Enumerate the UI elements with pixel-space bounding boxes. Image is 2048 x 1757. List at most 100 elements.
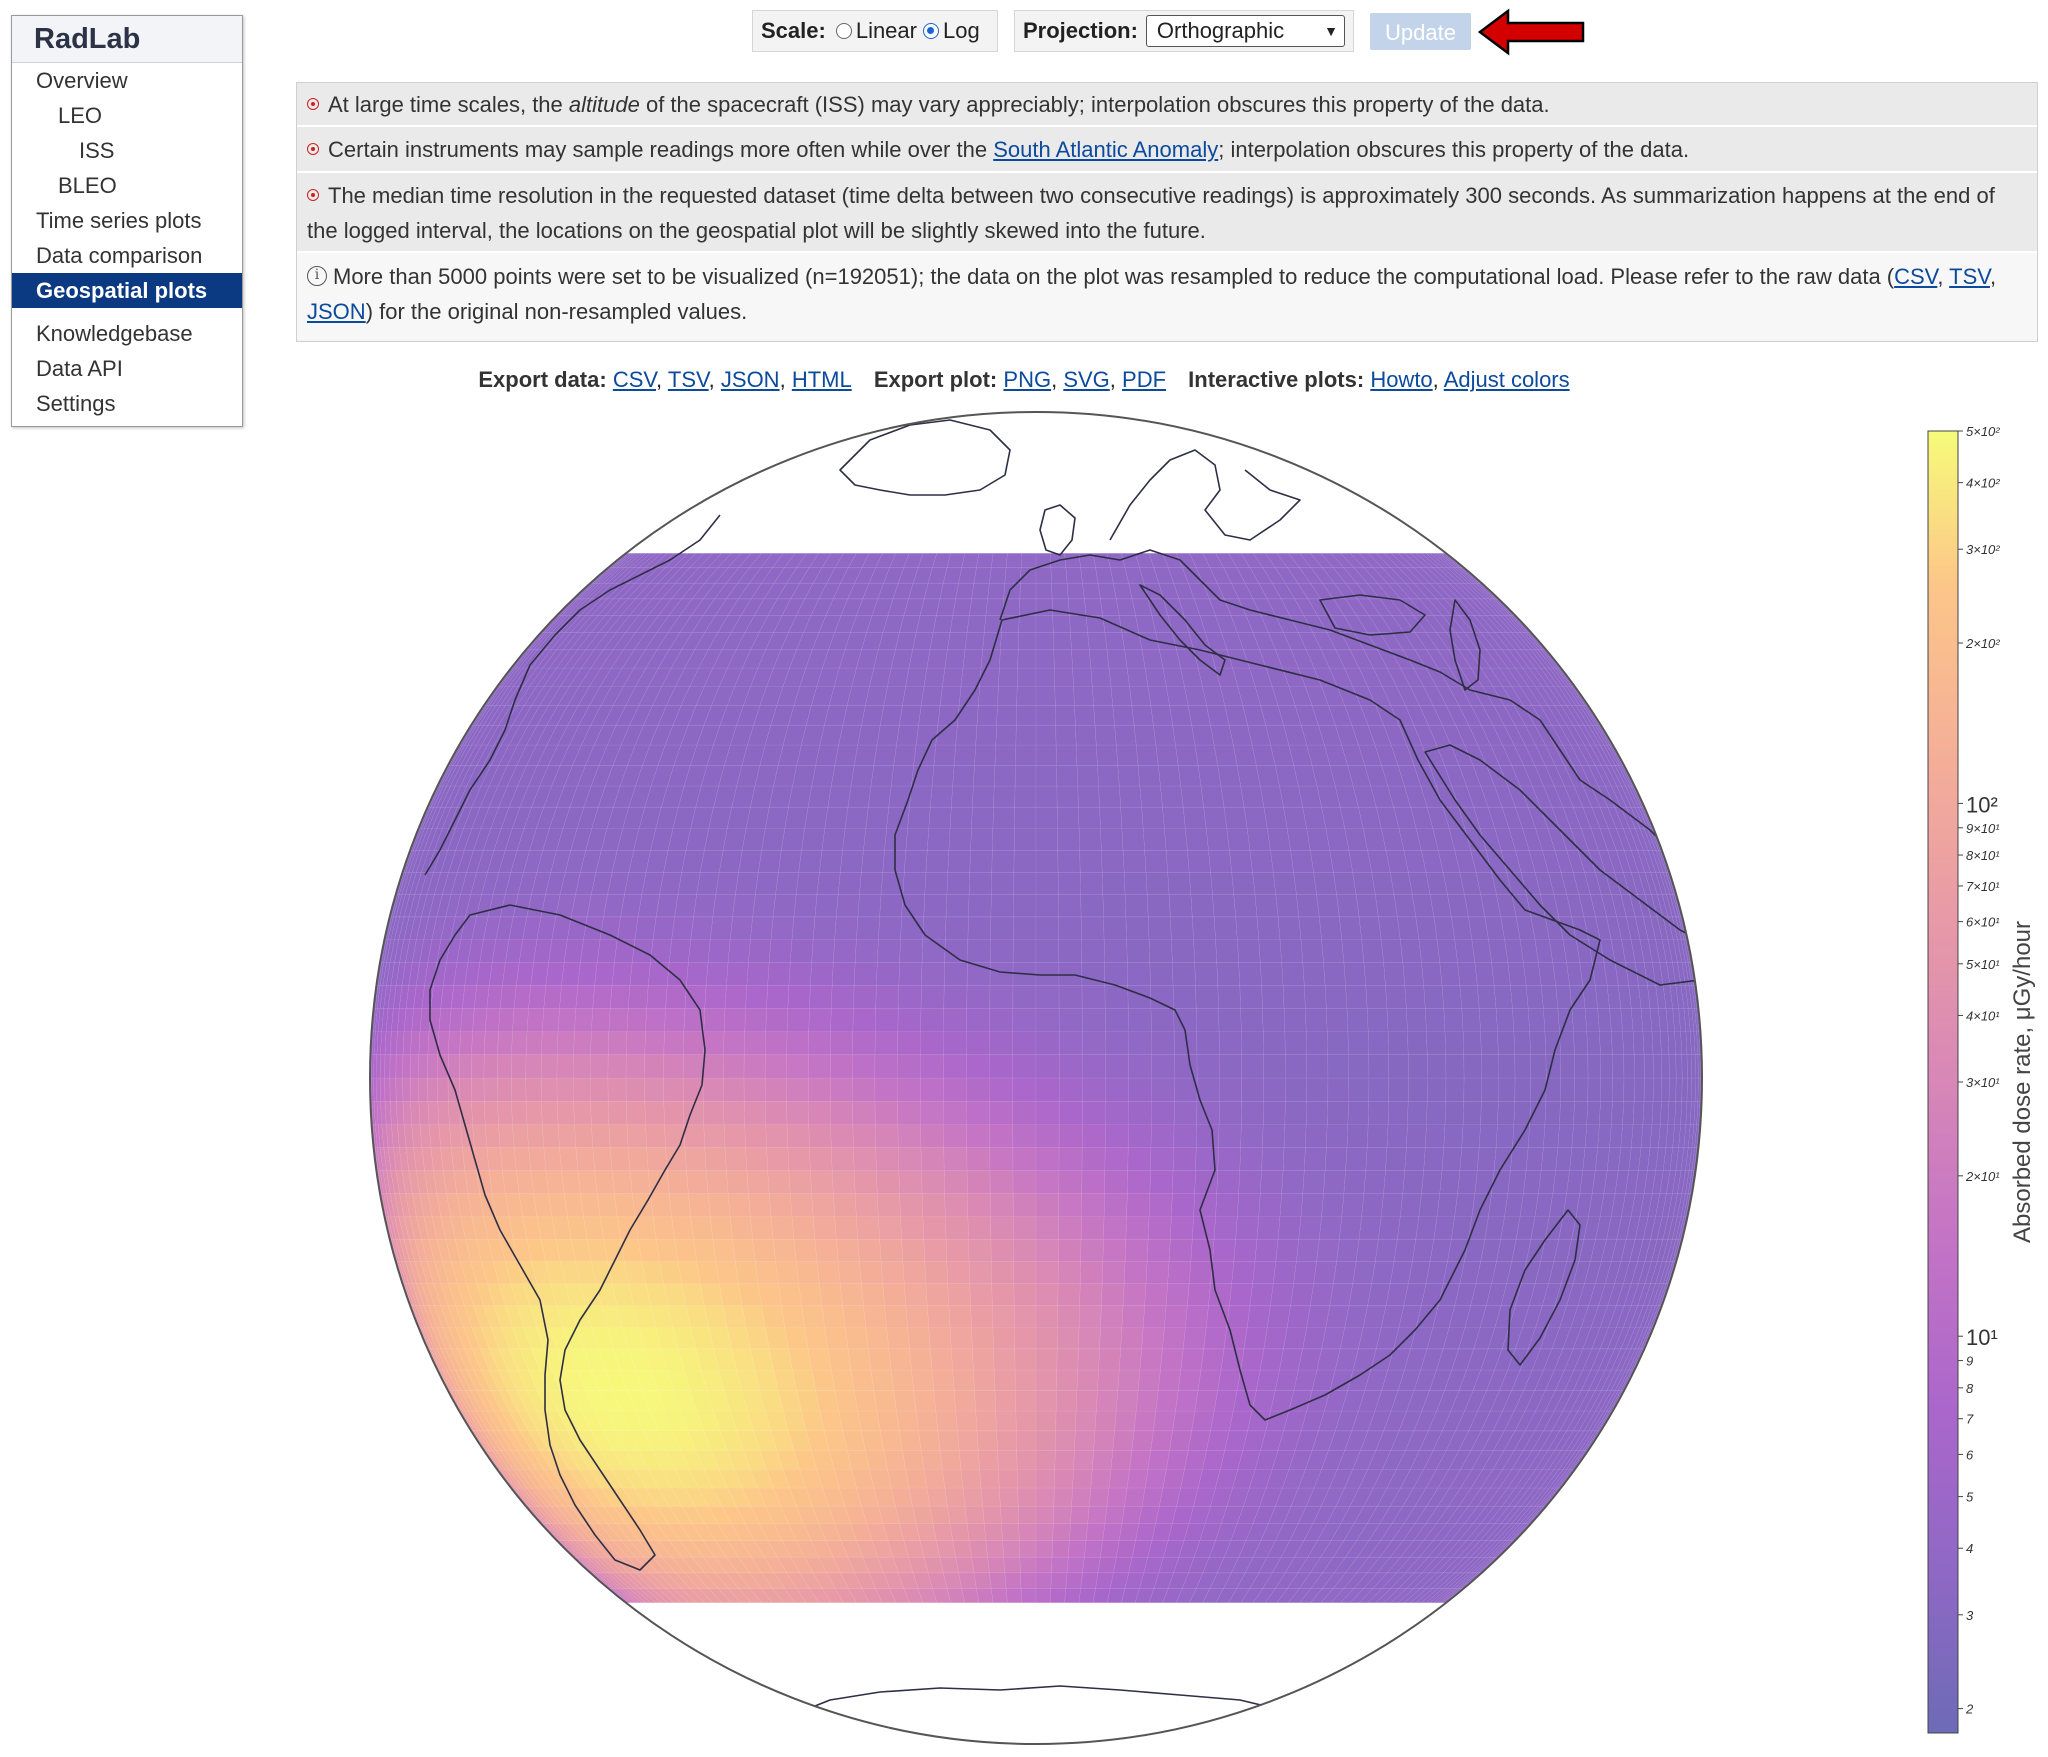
heatmap-cell[interactable] bbox=[1418, 1193, 1441, 1217]
heatmap-cell[interactable] bbox=[996, 1430, 1017, 1451]
heatmap-cell[interactable] bbox=[920, 1100, 944, 1125]
heatmap-cell[interactable] bbox=[766, 1147, 790, 1171]
heatmap-cell[interactable] bbox=[879, 894, 904, 918]
heatmap-cell[interactable] bbox=[1035, 1054, 1060, 1079]
heatmap-cell[interactable] bbox=[1073, 1450, 1094, 1470]
heatmap-cell[interactable] bbox=[1267, 1305, 1291, 1328]
heatmap-cell[interactable] bbox=[437, 1100, 450, 1125]
heatmap-cell[interactable] bbox=[830, 1100, 854, 1125]
heatmap-cell[interactable] bbox=[928, 806, 952, 829]
heatmap-cell[interactable] bbox=[1652, 1077, 1663, 1102]
heatmap-cell[interactable] bbox=[1439, 962, 1461, 986]
heatmap-cell[interactable] bbox=[928, 1327, 952, 1350]
heatmap-cell[interactable] bbox=[1643, 1077, 1654, 1102]
heatmap-cell[interactable] bbox=[1129, 686, 1152, 706]
heatmap-cell[interactable] bbox=[1367, 1031, 1389, 1056]
heatmap-cell[interactable] bbox=[704, 985, 727, 1009]
heatmap-cell[interactable] bbox=[1035, 985, 1060, 1009]
heatmap-cell[interactable] bbox=[1306, 1077, 1329, 1102]
heatmap-cell[interactable] bbox=[1035, 962, 1060, 986]
heatmap-cell[interactable] bbox=[545, 1170, 565, 1194]
heatmap-cell[interactable] bbox=[852, 1077, 876, 1102]
heatmap-cell[interactable] bbox=[821, 1305, 846, 1328]
heatmap-cell[interactable] bbox=[829, 1054, 853, 1079]
heatmap-cell[interactable] bbox=[786, 1077, 809, 1102]
heatmap-cell[interactable] bbox=[1106, 649, 1128, 669]
heatmap-cell[interactable] bbox=[1513, 1100, 1531, 1125]
heatmap-cell[interactable] bbox=[1282, 1147, 1306, 1171]
heatmap-cell[interactable] bbox=[1327, 1054, 1349, 1079]
heatmap-cell[interactable] bbox=[1218, 1008, 1242, 1032]
heatmap-cell[interactable] bbox=[985, 1540, 1004, 1558]
heatmap-cell[interactable] bbox=[498, 1124, 515, 1148]
heatmap-cell[interactable] bbox=[926, 1487, 948, 1507]
heatmap-cell[interactable] bbox=[1035, 1469, 1056, 1489]
heatmap-cell[interactable] bbox=[1426, 1054, 1447, 1079]
heatmap-cell[interactable] bbox=[592, 1147, 613, 1171]
heatmap-cell[interactable] bbox=[1599, 1031, 1613, 1056]
heatmap-cell[interactable] bbox=[1235, 1216, 1260, 1240]
heatmap-cell[interactable] bbox=[1407, 1077, 1428, 1102]
heatmap-cell[interactable] bbox=[1237, 1193, 1261, 1217]
heatmap-cell[interactable] bbox=[1153, 1410, 1176, 1432]
heatmap-cell[interactable] bbox=[1254, 894, 1279, 918]
heatmap-cell[interactable] bbox=[883, 1450, 906, 1470]
heatmap-cell[interactable] bbox=[920, 1031, 944, 1056]
heatmap-cell[interactable] bbox=[644, 1054, 665, 1079]
heatmap-cell[interactable] bbox=[952, 765, 975, 787]
heatmap-cell[interactable] bbox=[824, 806, 849, 829]
heatmap-cell[interactable] bbox=[511, 1100, 528, 1125]
heatmap-cell[interactable] bbox=[993, 765, 1016, 787]
heatmap-cell[interactable] bbox=[882, 1283, 907, 1307]
heatmap-cell[interactable] bbox=[1105, 1077, 1129, 1102]
heatmap-cell[interactable] bbox=[682, 1054, 704, 1079]
heatmap-cell[interactable] bbox=[1600, 1077, 1614, 1102]
heatmap-cell[interactable] bbox=[853, 1170, 878, 1194]
heatmap-cell[interactable] bbox=[897, 1100, 921, 1125]
heatmap-cell[interactable] bbox=[723, 1008, 746, 1032]
heatmap-cell[interactable] bbox=[970, 1305, 994, 1328]
heatmap-cell[interactable] bbox=[1084, 598, 1103, 616]
heatmap-cell[interactable] bbox=[948, 1305, 972, 1328]
heatmap-cell[interactable] bbox=[1099, 1327, 1123, 1350]
heatmap-cell[interactable] bbox=[765, 1124, 789, 1148]
heatmap-cell[interactable] bbox=[1407, 1031, 1428, 1056]
heatmap-cell[interactable] bbox=[1286, 828, 1311, 851]
heatmap-cell[interactable] bbox=[948, 828, 972, 851]
heatmap-cell[interactable] bbox=[1089, 649, 1110, 669]
heatmap-cell[interactable] bbox=[920, 1450, 943, 1470]
heatmap-cell[interactable] bbox=[724, 985, 748, 1009]
heatmap-cell[interactable] bbox=[1336, 894, 1360, 918]
heatmap-cell[interactable] bbox=[1081, 985, 1106, 1009]
heatmap-cell[interactable] bbox=[1573, 1100, 1589, 1125]
heatmap-cell[interactable] bbox=[1058, 985, 1083, 1009]
heatmap-cell[interactable] bbox=[746, 1170, 770, 1194]
heatmap-cell[interactable] bbox=[807, 1077, 831, 1102]
heatmap-cell[interactable] bbox=[1238, 1170, 1262, 1194]
heatmap-cell[interactable] bbox=[1298, 916, 1322, 940]
heatmap-cell[interactable] bbox=[1133, 1410, 1157, 1432]
heatmap-cell[interactable] bbox=[1122, 849, 1147, 873]
heatmap-cell[interactable] bbox=[1004, 1572, 1022, 1589]
heatmap-cell[interactable] bbox=[1035, 667, 1056, 687]
heatmap-cell[interactable] bbox=[1463, 1054, 1482, 1079]
heatmap-cell[interactable] bbox=[975, 724, 997, 746]
heatmap-cell[interactable] bbox=[1233, 894, 1258, 918]
heatmap-cell[interactable] bbox=[852, 1031, 876, 1056]
heatmap-cell[interactable] bbox=[1313, 1261, 1337, 1285]
heatmap-cell[interactable] bbox=[837, 1261, 862, 1285]
heatmap-cell[interactable] bbox=[989, 1572, 1007, 1589]
heatmap-cell[interactable] bbox=[1326, 1100, 1349, 1125]
heatmap-cell[interactable] bbox=[1375, 894, 1398, 918]
heatmap-cell[interactable] bbox=[1346, 1008, 1369, 1032]
heatmap-cell[interactable] bbox=[1005, 552, 1022, 569]
heatmap-cell[interactable] bbox=[943, 1147, 968, 1171]
heatmap-cell[interactable] bbox=[1101, 1261, 1126, 1285]
heatmap-cell[interactable] bbox=[831, 1147, 855, 1171]
heatmap-cell[interactable] bbox=[574, 1124, 594, 1148]
heatmap-cell[interactable] bbox=[962, 649, 983, 669]
heatmap-cell[interactable] bbox=[834, 916, 859, 940]
heatmap-cell[interactable] bbox=[1293, 871, 1317, 895]
heatmap-cell[interactable] bbox=[971, 806, 994, 829]
heatmap-cell[interactable] bbox=[861, 705, 885, 726]
